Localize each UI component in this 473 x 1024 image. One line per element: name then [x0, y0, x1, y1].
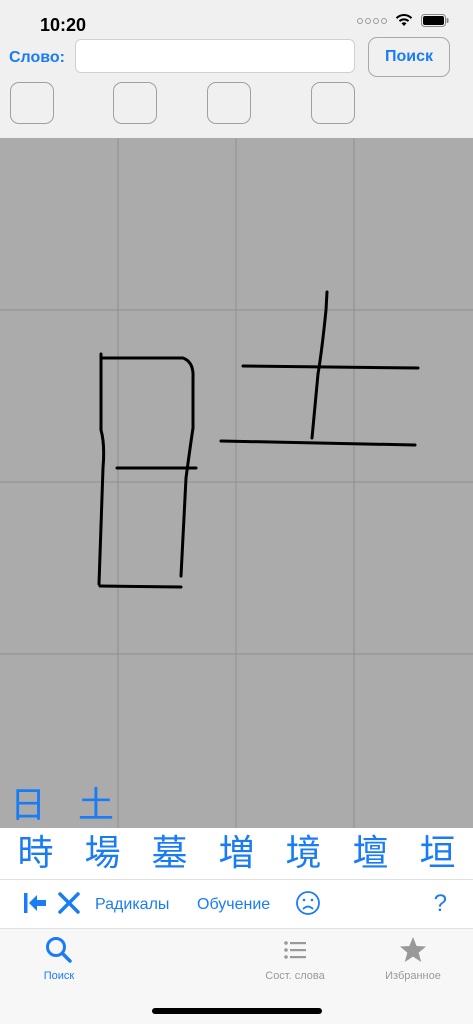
- radical-day[interactable]: 日: [10, 776, 70, 826]
- word-input[interactable]: [75, 39, 355, 73]
- learning-button[interactable]: Обучение: [197, 896, 270, 914]
- battery-icon: [421, 14, 449, 27]
- radical-earth[interactable]: 土: [78, 776, 138, 826]
- tab-label: Сост. слова: [265, 970, 325, 982]
- undo-stroke-icon[interactable]: [22, 890, 48, 916]
- tab-label: Поиск: [43, 970, 75, 982]
- candidate-kanji[interactable]: 時: [17, 828, 53, 880]
- tab-favorites[interactable]: Избранное: [358, 935, 468, 982]
- search-button[interactable]: Поиск: [368, 37, 450, 77]
- list-icon: [284, 941, 306, 959]
- drawing-toolbar: Радикалы Обучение ?: [0, 880, 473, 929]
- star-icon: [400, 937, 426, 962]
- candidate-kanji[interactable]: 垣: [419, 828, 455, 880]
- word-label: Слово:: [9, 49, 66, 66]
- kanji-slot-1[interactable]: [10, 82, 54, 124]
- tab-word-composition[interactable]: Сост. слова: [240, 935, 350, 982]
- drawing-canvas[interactable]: [0, 138, 473, 828]
- wifi-icon: [395, 14, 413, 26]
- sad-face-icon[interactable]: [295, 890, 321, 916]
- candidate-kanji[interactable]: 境: [285, 828, 321, 880]
- search-icon: [46, 937, 72, 963]
- kanji-slot-3[interactable]: [207, 82, 251, 124]
- candidate-list: 時 場 墓 増 境 壇 垣: [0, 828, 473, 880]
- home-indicator: [152, 1008, 322, 1014]
- handwriting-strokes: [0, 138, 473, 828]
- tab-label: Избранное: [385, 970, 441, 982]
- tab-search[interactable]: Поиск: [4, 935, 114, 982]
- stroke: [97, 352, 106, 586]
- candidate-kanji[interactable]: 増: [218, 828, 254, 880]
- status-icons: [357, 14, 449, 27]
- stroke: [219, 439, 417, 447]
- kanji-slot-4[interactable]: [311, 82, 355, 124]
- kanji-slot-2[interactable]: [113, 82, 157, 124]
- help-button[interactable]: ?: [434, 890, 447, 918]
- status-bar: 10:20: [0, 0, 473, 36]
- candidate-kanji[interactable]: 場: [84, 828, 120, 880]
- search-bar: Слово: Поиск: [0, 36, 473, 139]
- clear-canvas-icon[interactable]: [56, 890, 82, 916]
- candidate-kanji[interactable]: 壇: [352, 828, 388, 880]
- radicals-button[interactable]: Радикалы: [95, 896, 169, 914]
- signal-icon: [357, 17, 387, 24]
- stroke: [310, 290, 329, 440]
- stroke: [241, 364, 420, 370]
- detected-radicals: 日 土: [0, 776, 138, 826]
- candidate-kanji[interactable]: 墓: [151, 828, 187, 880]
- stroke: [98, 584, 183, 589]
- status-time: 10:20: [40, 15, 87, 35]
